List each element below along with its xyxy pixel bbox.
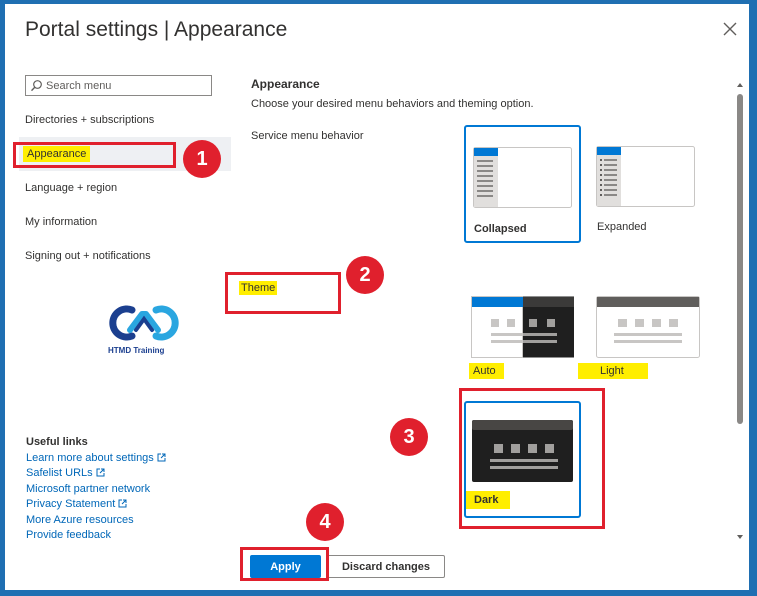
- service-menu-option-expanded[interactable]: Expanded: [589, 125, 706, 243]
- link-learn-more[interactable]: Learn more about settings: [26, 452, 166, 464]
- link-label: Learn more about settings: [26, 452, 154, 464]
- portal-settings-window: Portal settings | Appearance Directories…: [5, 4, 749, 590]
- useful-links-heading: Useful links: [26, 436, 88, 448]
- theme-option-auto[interactable]: Auto: [469, 296, 575, 381]
- external-link-icon: [96, 468, 105, 477]
- vertical-scrollbar[interactable]: [734, 80, 746, 542]
- close-icon[interactable]: [721, 20, 739, 38]
- callout-badge-1: 1: [183, 140, 221, 178]
- service-menu-option-collapsed[interactable]: Collapsed: [464, 125, 581, 243]
- sidebar-item-label: Language + region: [25, 182, 118, 194]
- logo-text: HTMD Training: [108, 346, 165, 355]
- expanded-preview-icon: [596, 146, 695, 207]
- search-box[interactable]: [25, 75, 212, 96]
- link-label: Provide feedback: [26, 529, 111, 541]
- theme-option-light[interactable]: Light: [578, 296, 700, 381]
- sidebar-item-language[interactable]: Language + region: [25, 182, 117, 194]
- link-safelist-urls[interactable]: Safelist URLs: [26, 467, 105, 479]
- collapsed-label: Collapsed: [474, 223, 527, 235]
- service-menu-label: Service menu behavior: [251, 130, 364, 142]
- page-title: Portal settings | Appearance: [25, 18, 288, 41]
- search-input[interactable]: [46, 76, 206, 95]
- sidebar-item-directories[interactable]: Directories + subscriptions: [25, 114, 154, 126]
- annotation-box-dark: [459, 388, 605, 529]
- annotation-box-theme: [225, 272, 341, 314]
- light-theme-preview-icon: [596, 296, 700, 358]
- auto-theme-preview-icon: [471, 296, 574, 358]
- annotation-box-apply: [240, 547, 329, 581]
- htmd-logo-icon: [109, 305, 179, 341]
- callout-badge-3: 3: [390, 418, 428, 456]
- sidebar-item-label: My information: [25, 216, 98, 228]
- discard-changes-button[interactable]: Discard changes: [327, 555, 445, 578]
- link-label: Privacy Statement: [26, 498, 116, 510]
- link-privacy-statement[interactable]: Privacy Statement: [26, 498, 127, 510]
- link-label: Microsoft partner network: [26, 483, 151, 495]
- auto-label: Auto: [469, 363, 504, 379]
- link-azure-resources[interactable]: More Azure resources: [26, 514, 134, 526]
- collapsed-preview-icon: [473, 147, 572, 208]
- annotation-box-appearance: [13, 142, 176, 168]
- sidebar-item-my-information[interactable]: My information: [25, 216, 97, 228]
- light-label: Light: [578, 363, 648, 379]
- link-label: More Azure resources: [26, 514, 134, 526]
- sidebar-item-label: Signing out + notifications: [25, 250, 151, 262]
- appearance-description: Choose your desired menu behaviors and t…: [251, 98, 534, 110]
- callout-badge-2: 2: [346, 256, 384, 294]
- link-partner-network[interactable]: Microsoft partner network: [26, 483, 150, 495]
- external-link-icon: [157, 453, 166, 462]
- search-icon: [31, 80, 42, 92]
- link-label: Safelist URLs: [26, 467, 93, 479]
- appearance-heading: Appearance: [251, 77, 320, 91]
- expanded-label: Expanded: [597, 221, 647, 233]
- link-provide-feedback[interactable]: Provide feedback: [26, 529, 111, 541]
- sidebar-item-label: Directories + subscriptions: [25, 114, 155, 126]
- external-link-icon: [118, 499, 127, 508]
- callout-badge-4: 4: [306, 503, 344, 541]
- sidebar-item-signing-out[interactable]: Signing out + notifications: [25, 250, 151, 262]
